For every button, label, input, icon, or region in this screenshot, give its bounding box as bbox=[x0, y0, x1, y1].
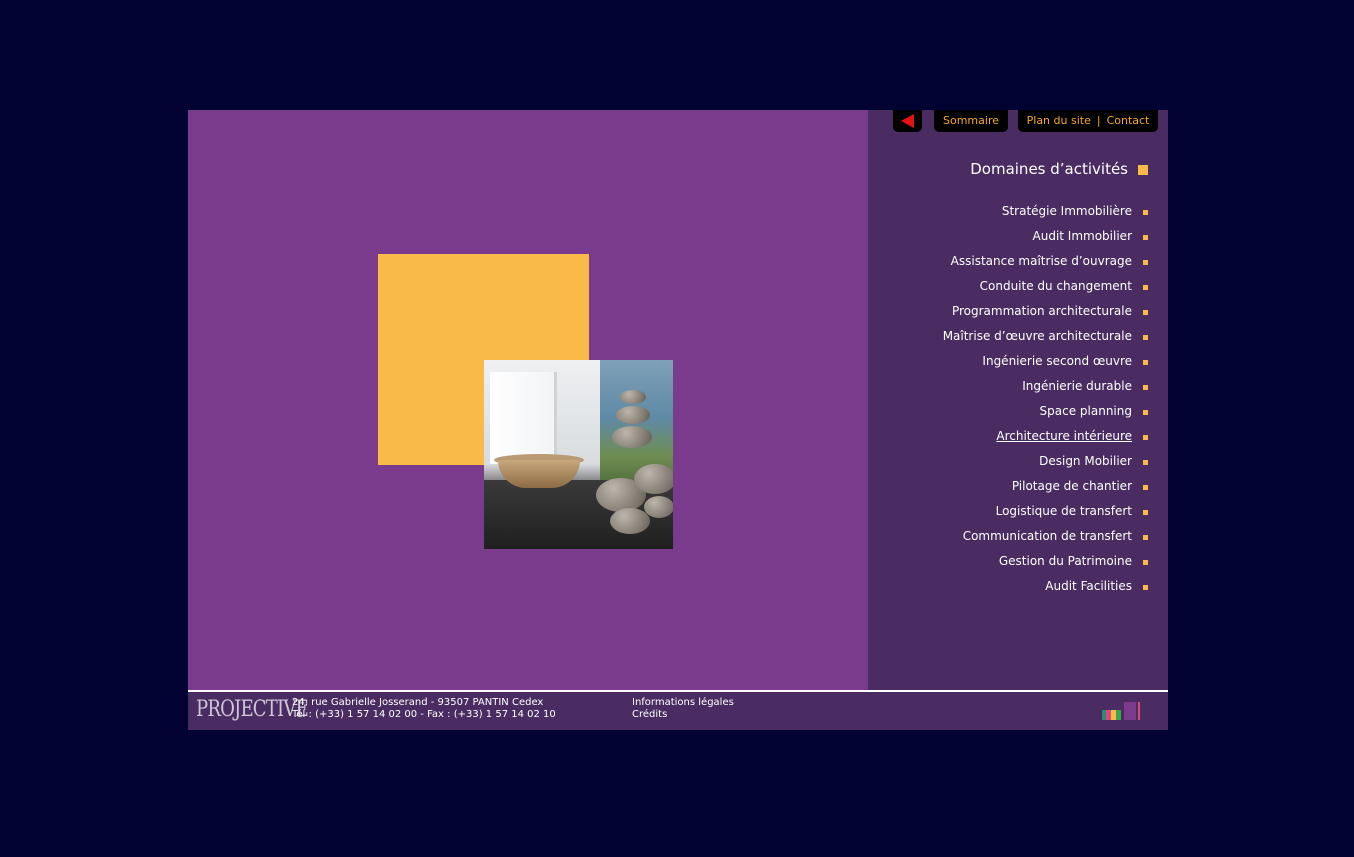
menu-item[interactable]: Space planning bbox=[868, 403, 1168, 428]
menu-item-label: Ingénierie second œuvre bbox=[982, 354, 1132, 368]
square-bullet-icon bbox=[1143, 560, 1148, 565]
menu-item[interactable]: Conduite du changement bbox=[868, 278, 1168, 303]
footer: PROJECTIVE 24, rue Gabrielle Josserand -… bbox=[188, 692, 1168, 730]
menu-item-label: Gestion du Patrimoine bbox=[998, 554, 1132, 568]
color-bar bbox=[1124, 702, 1136, 720]
menu-item[interactable]: Communication de transfert bbox=[868, 528, 1168, 553]
menu-item-label: Audit Immobilier bbox=[1032, 229, 1132, 243]
menu-item-label: Ingénierie durable bbox=[1022, 379, 1132, 393]
menu-item[interactable]: Ingénierie second œuvre bbox=[868, 353, 1168, 378]
square-bullet-icon bbox=[1143, 360, 1148, 365]
back-button[interactable] bbox=[893, 110, 922, 132]
menu-item[interactable]: Audit Immobilier bbox=[868, 228, 1168, 253]
photo-stone bbox=[620, 390, 646, 404]
menu-item[interactable]: Assistance maîtrise d’ouvrage bbox=[868, 253, 1168, 278]
menu-item-label: Assistance maîtrise d’ouvrage bbox=[950, 254, 1132, 268]
legal-links: Informations légales Crédits bbox=[632, 697, 734, 721]
photo-stone bbox=[644, 496, 673, 518]
menu-item-label: Maîtrise d’œuvre architecturale bbox=[942, 329, 1132, 343]
square-bullet-icon bbox=[1138, 165, 1148, 175]
visual-stage bbox=[188, 110, 868, 690]
color-bars-icon bbox=[1102, 702, 1144, 720]
square-bullet-icon bbox=[1143, 385, 1148, 390]
square-bullet-icon bbox=[1143, 535, 1148, 540]
square-bullet-icon bbox=[1143, 485, 1148, 490]
menu-item[interactable]: Design Mobilier bbox=[868, 453, 1168, 478]
interior-photo bbox=[484, 360, 673, 549]
activity-menu: Stratégie Immobilière Audit Immobilier Ass… bbox=[868, 203, 1168, 603]
contact-address: 24, rue Gabrielle Josserand - 93507 PANT… bbox=[292, 697, 556, 721]
menu-item[interactable]: Programmation architecturale bbox=[868, 303, 1168, 328]
sidebar: Sommaire Plan du site | Contact Domaines d… bbox=[868, 110, 1168, 690]
square-bullet-icon bbox=[1143, 460, 1148, 465]
photo-stone bbox=[616, 406, 650, 424]
menu-item[interactable]: Audit Facilities bbox=[868, 578, 1168, 603]
legal-info-link[interactable]: Informations légales bbox=[632, 697, 734, 709]
photo-stone bbox=[610, 508, 650, 534]
menu-item[interactable]: Pilotage de chantier bbox=[868, 478, 1168, 503]
address-line: 24, rue Gabrielle Josserand - 93507 PANT… bbox=[292, 697, 544, 708]
square-bullet-icon bbox=[1143, 210, 1148, 215]
contact-link[interactable]: Contact bbox=[1107, 114, 1150, 127]
square-bullet-icon bbox=[1143, 285, 1148, 290]
menu-item[interactable]: Logistique de transfert bbox=[868, 503, 1168, 528]
menu-item[interactable]: Maîtrise d’œuvre architecturale bbox=[868, 328, 1168, 353]
menu-item-label: Logistique de transfert bbox=[995, 504, 1132, 518]
square-bullet-icon bbox=[1143, 235, 1148, 240]
photo-window bbox=[490, 372, 557, 464]
square-bullet-icon bbox=[1143, 510, 1148, 515]
menu-item[interactable]: Architecture intérieure bbox=[868, 428, 1168, 453]
square-bullet-icon bbox=[1143, 435, 1148, 440]
photo-stone bbox=[612, 426, 652, 448]
menu-item-label: Stratégie Immobilière bbox=[1001, 204, 1132, 218]
menu-item-label: Audit Facilities bbox=[1045, 579, 1132, 593]
menu-item[interactable]: Gestion du Patrimoine bbox=[868, 553, 1168, 578]
menu-item-label: Programmation architecturale bbox=[951, 304, 1132, 318]
photo-stone bbox=[634, 464, 673, 494]
nav-separator: | bbox=[1096, 114, 1101, 127]
sidebar-title: Domaines d’activités bbox=[970, 160, 1128, 178]
menu-item[interactable]: Ingénierie durable bbox=[868, 378, 1168, 403]
menu-item-label: Architecture intérieure bbox=[996, 429, 1132, 443]
back-arrow-icon bbox=[901, 114, 914, 128]
color-bar bbox=[1138, 702, 1140, 720]
menu-item-label: Communication de transfert bbox=[962, 529, 1132, 543]
site-links-tab: Plan du site | Contact bbox=[1018, 110, 1158, 132]
credits-link[interactable]: Crédits bbox=[632, 709, 734, 721]
menu-item[interactable]: Stratégie Immobilière bbox=[868, 203, 1168, 228]
menu-item-label: Conduite du changement bbox=[979, 279, 1132, 293]
menu-item-label: Pilotage de chantier bbox=[1011, 479, 1132, 493]
menu-item-label: Space planning bbox=[1039, 404, 1132, 418]
page-frame: Sommaire Plan du site | Contact Domaines d… bbox=[188, 110, 1168, 730]
color-bar bbox=[1116, 710, 1121, 720]
phone-line: Tél : (+33) 1 57 14 02 00 - Fax : (+33) … bbox=[292, 709, 556, 720]
square-bullet-icon bbox=[1143, 310, 1148, 315]
plan-du-site-link[interactable]: Plan du site bbox=[1027, 114, 1091, 127]
square-bullet-icon bbox=[1143, 410, 1148, 415]
square-bullet-icon bbox=[1143, 260, 1148, 265]
square-bullet-icon bbox=[1143, 585, 1148, 590]
square-bullet-icon bbox=[1143, 335, 1148, 340]
menu-item-label: Design Mobilier bbox=[1039, 454, 1132, 468]
sommaire-button[interactable]: Sommaire bbox=[934, 110, 1008, 132]
